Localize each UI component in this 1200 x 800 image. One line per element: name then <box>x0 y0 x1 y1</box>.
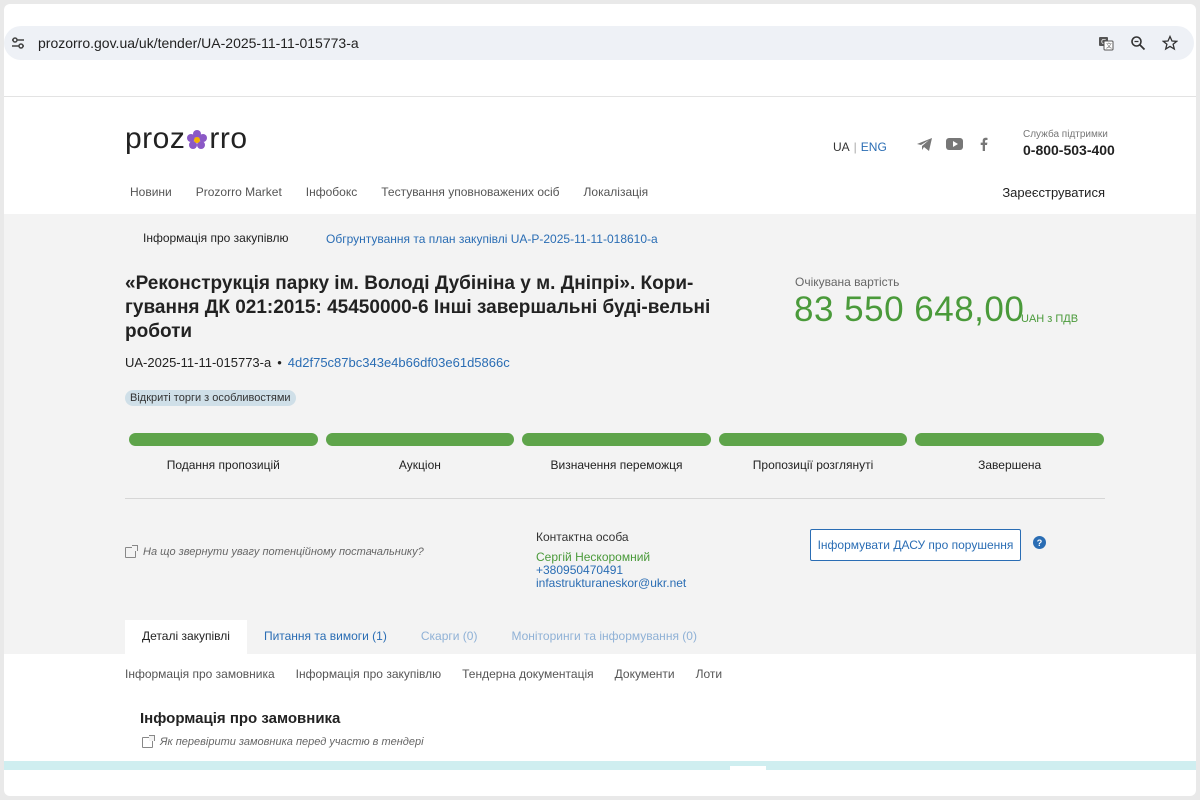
language-switcher: UA | ENG <box>833 140 887 154</box>
nav-item-market[interactable]: Prozorro Market <box>196 185 282 199</box>
prozorro-logo[interactable]: proz rro <box>125 122 248 156</box>
tab-monitoring[interactable]: Моніторинги та інформування (0) <box>494 620 713 654</box>
register-link[interactable]: Зареєструватися <box>1002 185 1105 200</box>
stage-label: Завершена <box>978 458 1042 472</box>
stage-winner-selection: Визначення переможця <box>522 433 711 472</box>
youtube-icon[interactable] <box>945 135 963 153</box>
browser-window: prozorro.gov.ua/uk/tender/UA-2025-11-11-… <box>4 4 1196 796</box>
tender-stages: Подання пропозицій Аукціон Визначення пе… <box>129 433 1104 472</box>
details-subnav: Інформація про замовника Інформація про … <box>125 667 722 681</box>
subtab-customer-info[interactable]: Інформація про замовника <box>125 667 275 681</box>
support-phone[interactable]: 0-800-503-400 <box>1023 142 1115 158</box>
subnav-plan-link[interactable]: Обгрунтування та план закупівлі UA-P-202… <box>326 232 658 246</box>
tender-tabs: Деталі закупівлі Питання та вимоги (1) С… <box>125 620 714 654</box>
support-label: Служба підтримки <box>1023 129 1108 140</box>
contact-person-block: Контактна особа Сергій Нескоромний +3809… <box>536 531 686 590</box>
stage-auction: Аукціон <box>325 433 515 472</box>
zoom-icon[interactable] <box>1128 33 1148 53</box>
procedure-type-badge: Відкриті торги з особливостями <box>125 390 296 406</box>
site-settings-icon[interactable] <box>10 35 26 51</box>
lang-separator: | <box>853 140 857 154</box>
lang-ua[interactable]: UA <box>833 140 850 154</box>
stage-completed: Завершена <box>915 433 1104 472</box>
tender-hash-link[interactable]: 4d2f75c87bc343e4b66df03e61d5866c <box>288 355 510 370</box>
logo-flower-icon <box>187 130 208 149</box>
bottom-banner-strip <box>4 761 1196 771</box>
nav-item-testing[interactable]: Тестування уповноважених осіб <box>381 185 559 199</box>
supplier-attention-link[interactable]: На що звернути увагу потенційному постач… <box>125 544 424 558</box>
telegram-icon[interactable] <box>915 135 933 153</box>
facebook-icon[interactable] <box>975 135 993 153</box>
bookmark-star-icon[interactable] <box>1160 33 1180 53</box>
subtab-tender-docs[interactable]: Тендерна документація <box>462 667 594 681</box>
external-link-icon <box>125 544 138 558</box>
help-icon[interactable]: ? <box>1033 536 1046 549</box>
strip-handle[interactable] <box>730 766 766 771</box>
contact-heading: Контактна особа <box>536 530 629 544</box>
tender-id: UA-2025-11-11-015773-a <box>125 355 272 370</box>
stage-label: Визначення переможця <box>550 458 683 472</box>
tab-complaints[interactable]: Скарги (0) <box>404 620 495 654</box>
contact-email[interactable]: infastrukturaneskor@ukr.net <box>536 577 686 590</box>
url-text[interactable]: prozorro.gov.ua/uk/tender/UA-2025-11-11-… <box>38 35 359 51</box>
supplier-attention-text[interactable]: На що звернути увагу потенційному постач… <box>143 546 424 558</box>
stage-progress-bar <box>915 433 1104 446</box>
stage-label: Подання пропозицій <box>166 458 280 472</box>
logo-text-start: proz <box>125 122 186 155</box>
nav-item-news[interactable]: Новини <box>130 185 172 199</box>
subtab-procurement-info[interactable]: Інформація про закупівлю <box>296 667 441 681</box>
lang-eng[interactable]: ENG <box>861 140 887 154</box>
tender-ids: UA-2025-11-11-015773-a • 4d2f75c87bc343e4b… <box>125 355 510 370</box>
check-customer-link[interactable]: Як перевірити замовника перед участю в т… <box>142 734 424 748</box>
subnav-tab-procurement-info[interactable]: Інформація про закупівлю <box>125 219 305 261</box>
stage-proposals-reviewed: Пропозиції розглянуті <box>718 433 908 472</box>
main-nav: Новини Prozorro Market Інфобокс Тестуван… <box>130 185 648 199</box>
logo-text-end: rro <box>209 122 248 155</box>
social-links <box>915 135 993 153</box>
tender-title: «Реконструкція парку ім. Володі Дубініна… <box>125 273 711 342</box>
section-divider <box>125 498 1105 499</box>
expected-value-currency: UAH з ПДВ <box>1021 313 1079 325</box>
stage-label: Аукціон <box>398 458 441 472</box>
stage-submission: Подання пропозицій <box>129 433 318 472</box>
report-dasu-button[interactable]: Інформувати ДАСУ про порушення <box>810 529 1021 561</box>
check-customer-text[interactable]: Як перевірити замовника перед участю в т… <box>160 736 424 748</box>
address-bar-actions: G文 <box>1096 33 1180 53</box>
stage-progress-bar <box>718 433 908 446</box>
subtab-lots[interactable]: Лоти <box>696 667 722 681</box>
nav-item-localization[interactable]: Локалізація <box>584 185 649 199</box>
stage-progress-bar <box>325 433 515 446</box>
expected-value-label: Очікувана вартість <box>795 275 900 289</box>
stage-progress-bar <box>129 433 318 446</box>
browser-content-divider <box>4 96 1196 97</box>
tab-details[interactable]: Деталі закупівлі <box>125 620 247 654</box>
external-link-icon <box>142 734 155 748</box>
stage-label: Пропозиції розглянуті <box>752 458 874 472</box>
subtab-documents[interactable]: Документи <box>615 667 675 681</box>
nav-item-infobox[interactable]: Інфобокс <box>306 185 357 199</box>
address-bar[interactable]: prozorro.gov.ua/uk/tender/UA-2025-11-11-… <box>4 26 1194 60</box>
customer-info-heading: Інформація про замовника <box>140 710 341 727</box>
tab-questions[interactable]: Питання та вимоги (1) <box>247 620 404 654</box>
id-separator: • <box>277 355 282 370</box>
stage-progress-bar <box>522 433 711 446</box>
expected-value-amount: 83 550 648,00 <box>794 290 1025 329</box>
svg-text:文: 文 <box>1106 42 1112 50</box>
translate-icon[interactable]: G文 <box>1096 33 1116 53</box>
